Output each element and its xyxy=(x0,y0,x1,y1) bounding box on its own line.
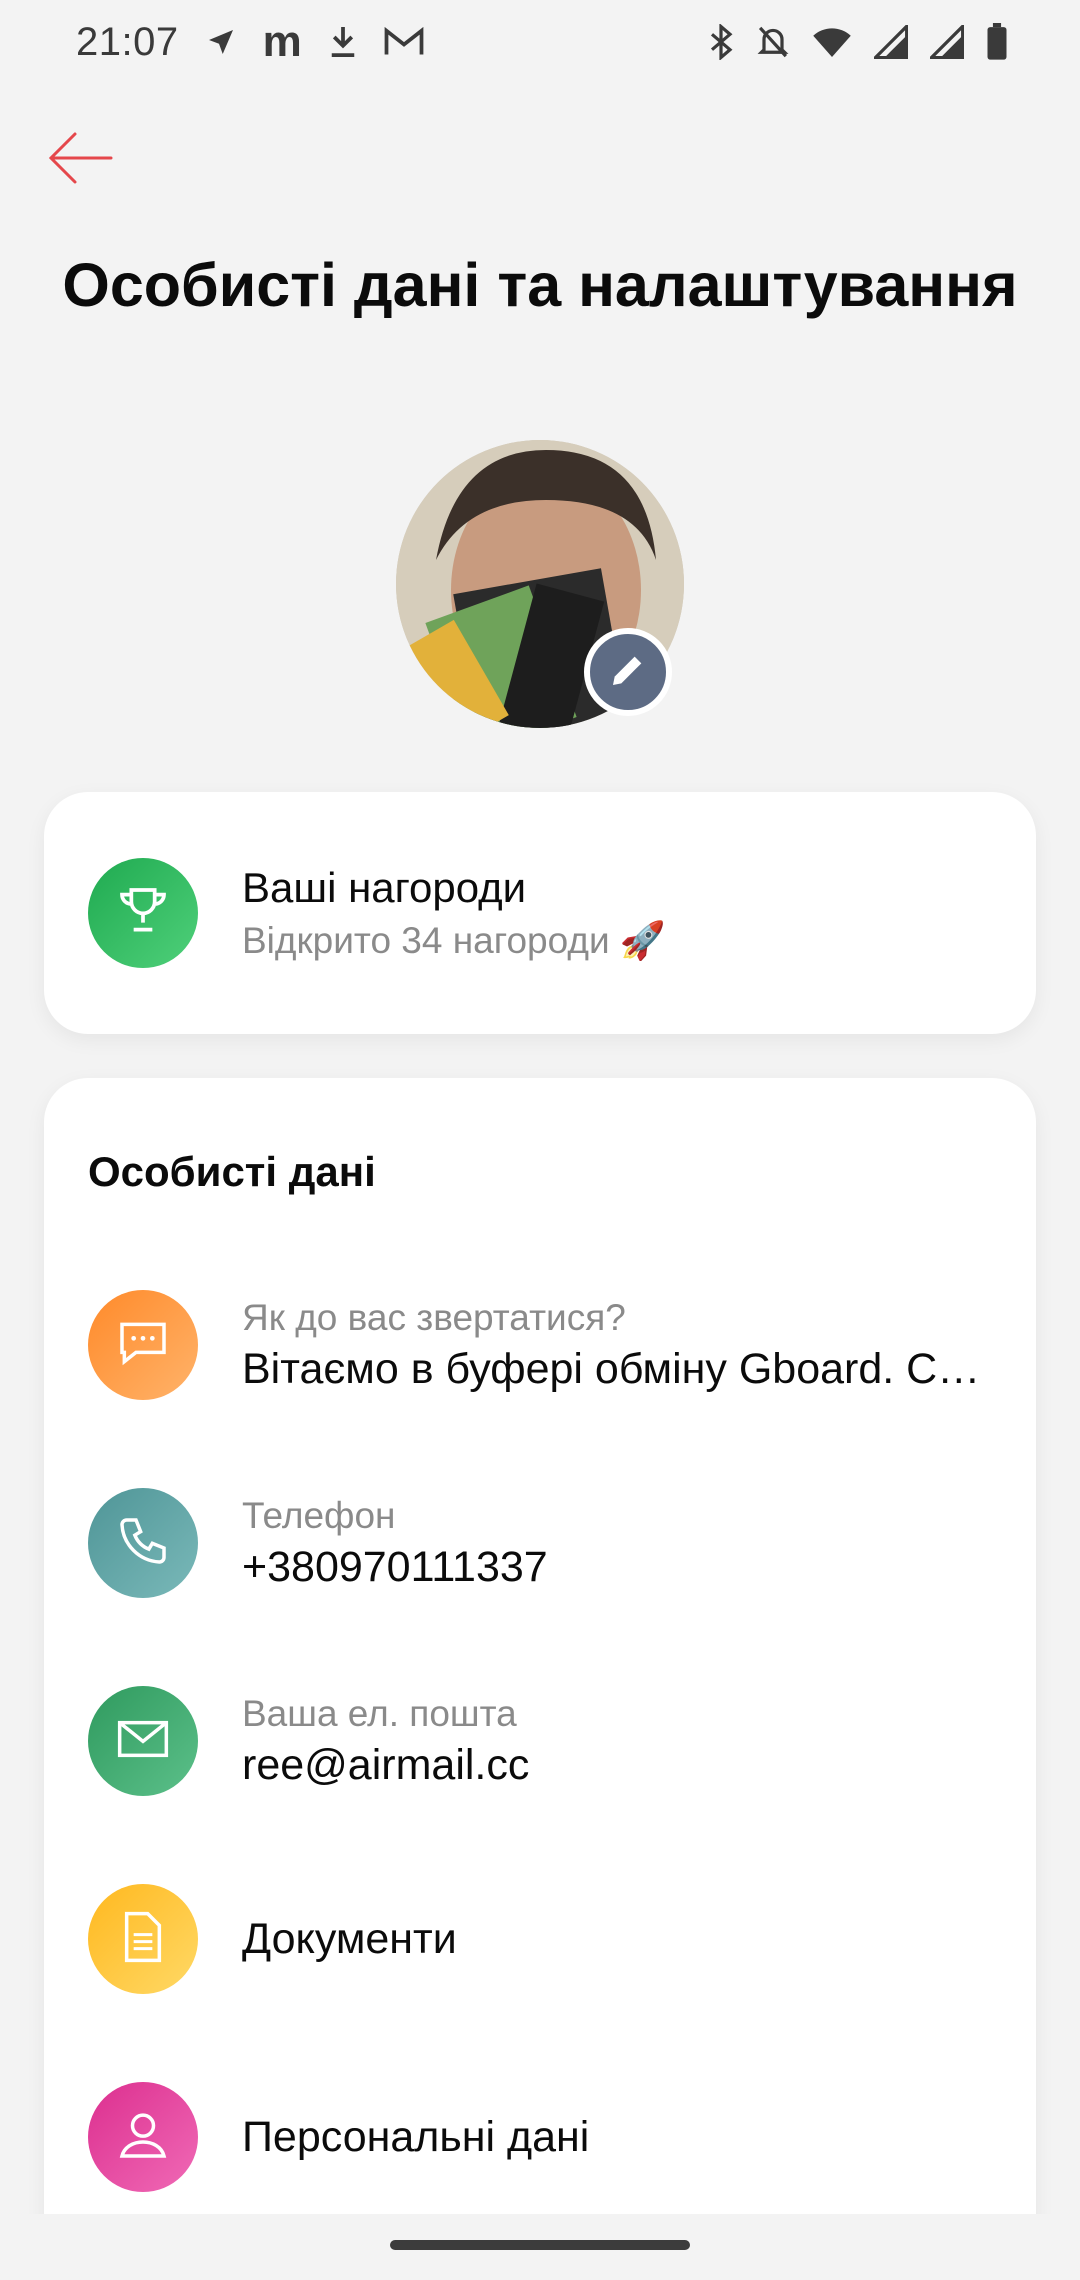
status-right xyxy=(708,23,1008,61)
list-item-value: Документи xyxy=(242,1914,457,1963)
signal-icon xyxy=(874,25,908,59)
list-item-text: Телефон +380970111337 xyxy=(242,1495,548,1592)
awards-title: Ваші нагороди xyxy=(242,863,527,911)
person-icon-circle xyxy=(88,2082,198,2192)
gmail-icon xyxy=(384,27,424,57)
status-left: 21:07 m xyxy=(76,17,424,67)
list-item-label: Ваша ел. пошта xyxy=(242,1692,517,1734)
list-item-text: Документи xyxy=(242,1915,457,1964)
list-item-personal-data[interactable]: Персональні дані xyxy=(88,2082,992,2192)
list-item-value: +380970111337 xyxy=(242,1542,548,1591)
document-icon-circle xyxy=(88,1884,198,1994)
document-icon xyxy=(118,1909,168,1970)
navigation-icon xyxy=(205,26,237,58)
list-item-documents[interactable]: Документи xyxy=(88,1884,992,1994)
phone-icon xyxy=(115,1513,171,1574)
list-item-phone[interactable]: Телефон +380970111337 xyxy=(88,1488,992,1598)
list-item-value: Вітаємо в буфері обміну Gboard. С… xyxy=(242,1344,981,1393)
status-bar: 21:07 m xyxy=(0,0,1080,84)
list-item-label: Телефон xyxy=(242,1494,396,1536)
chat-icon-circle xyxy=(88,1290,198,1400)
gesture-nav-handle[interactable] xyxy=(390,2240,690,2250)
wifi-icon xyxy=(812,25,852,59)
list-item-value: ree@airmail.cc xyxy=(242,1740,530,1789)
chat-icon xyxy=(115,1315,171,1376)
status-time: 21:07 xyxy=(76,19,179,64)
m-app-icon: m xyxy=(262,17,302,66)
pencil-icon xyxy=(608,650,648,695)
mail-icon-circle xyxy=(88,1686,198,1796)
personal-data-card: Особисті дані Як до вас звертатися? Віта… xyxy=(44,1078,1036,2238)
awards-row[interactable]: Ваші нагороди Відкрито 34 нагороди 🚀 xyxy=(88,858,992,968)
list-item-text: Персональні дані xyxy=(242,2113,589,2162)
arrow-left-icon xyxy=(45,128,115,193)
trophy-icon-circle xyxy=(88,858,198,968)
awards-card[interactable]: Ваші нагороди Відкрито 34 нагороди 🚀 xyxy=(44,792,1036,1034)
trophy-icon xyxy=(115,883,171,944)
page-title: Особисті дані та налаштування xyxy=(62,251,1018,319)
awards-text: Ваші нагороди Відкрито 34 нагороди 🚀 xyxy=(242,864,666,963)
notifications-off-icon xyxy=(756,24,790,60)
bluetooth-icon xyxy=(708,24,734,60)
edit-avatar-button[interactable] xyxy=(584,628,672,716)
profile-avatar-section xyxy=(396,440,684,728)
download-icon xyxy=(328,24,358,60)
person-icon xyxy=(115,2107,171,2168)
list-item-text: Як до вас звертатися? Вітаємо в буфері о… xyxy=(242,1297,980,1394)
back-button[interactable] xyxy=(40,120,120,200)
signal-icon-2 xyxy=(930,25,964,59)
list-item-email[interactable]: Ваша ел. пошта ree@airmail.cc xyxy=(88,1686,992,1796)
section-title: Особисті дані xyxy=(88,1148,376,1195)
list-item-name[interactable]: Як до вас звертатися? Вітаємо в буфері о… xyxy=(88,1290,992,1400)
phone-icon-circle xyxy=(88,1488,198,1598)
list-item-value: Персональні дані xyxy=(242,2112,590,2161)
list-item-label: Як до вас звертатися? xyxy=(242,1296,626,1338)
mail-icon xyxy=(113,1711,173,1772)
battery-icon xyxy=(986,23,1008,61)
awards-subtitle: Відкрито 34 нагороди 🚀 xyxy=(242,919,666,961)
list-item-text: Ваша ел. пошта ree@airmail.cc xyxy=(242,1693,529,1790)
